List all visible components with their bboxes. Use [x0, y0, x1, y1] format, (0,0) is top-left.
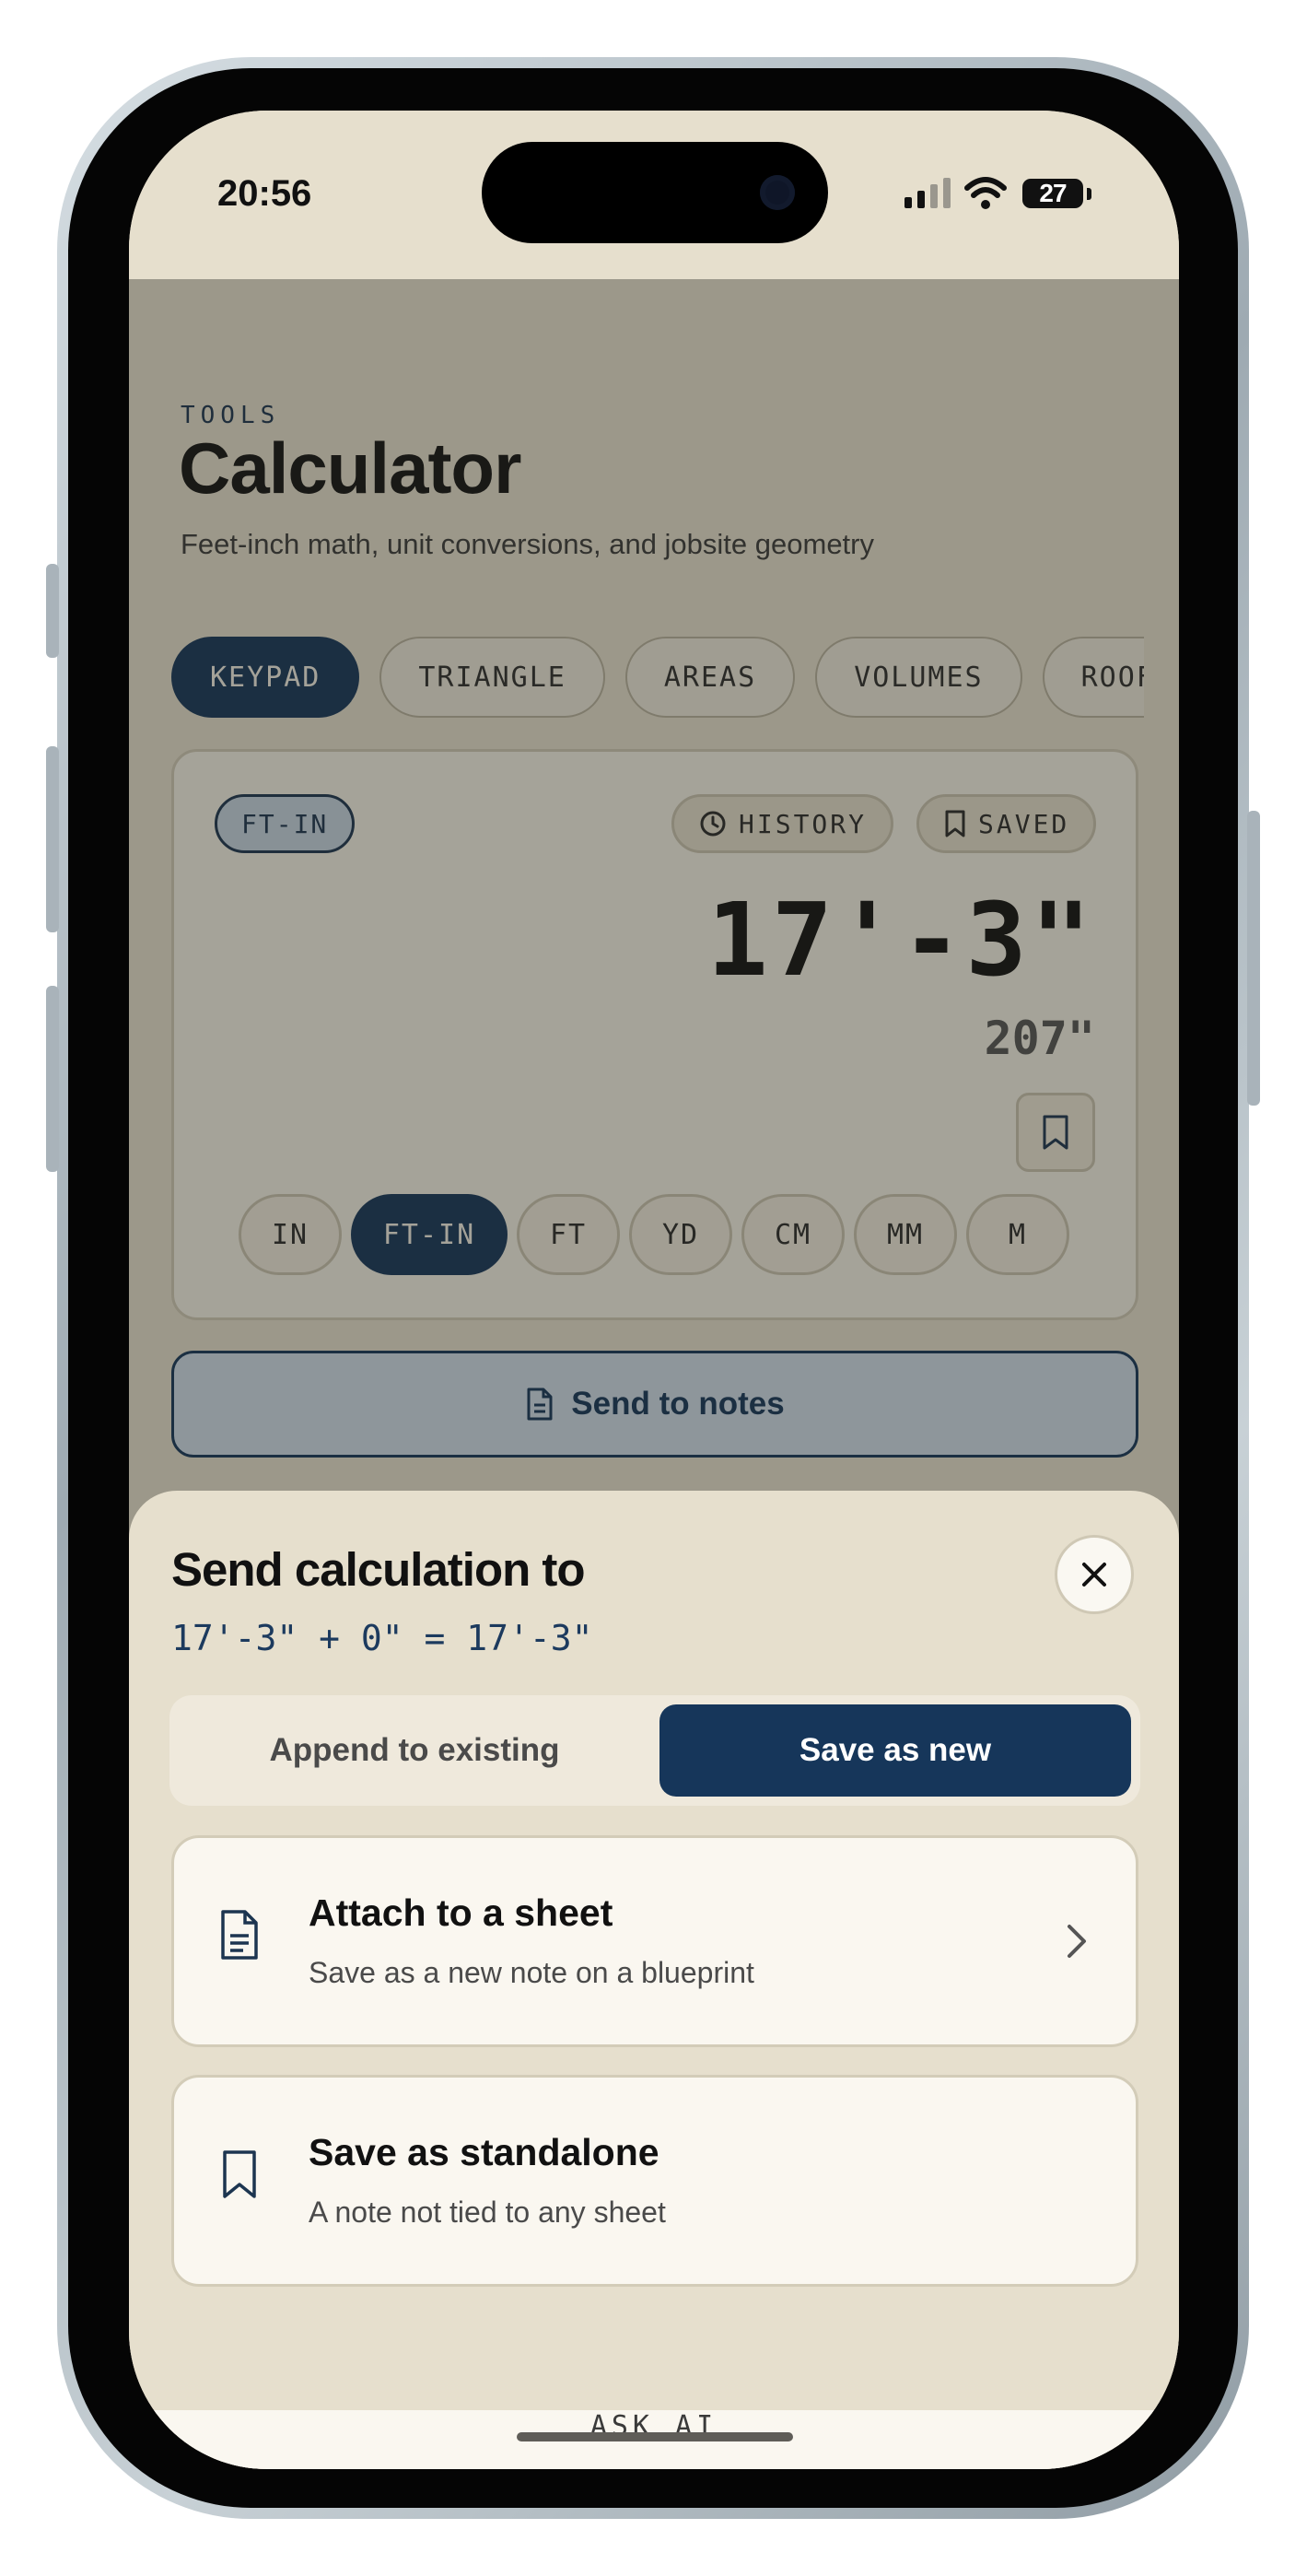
wifi-icon [964, 177, 1007, 209]
cellular-signal-icon [904, 177, 951, 208]
option-title: Attach to a sheet [309, 1891, 613, 1934]
battery-icon: 27 [1022, 179, 1083, 208]
send-calculation-sheet: Send calculation to 17'-3" + 0" = 17'-3"… [129, 1491, 1179, 2469]
option-description: A note not tied to any sheet [309, 2195, 666, 2229]
volume-up-button [46, 746, 59, 932]
option-title: Save as standalone [309, 2131, 659, 2173]
power-button [1247, 811, 1260, 1106]
home-indicator[interactable] [517, 2432, 793, 2441]
status-bar: 20:56 27 [129, 111, 1179, 279]
front-camera [760, 175, 795, 210]
attach-to-sheet-option[interactable]: Attach to a sheet Save as a new note on … [171, 1835, 1138, 2047]
save-mode-toggle: Append to existing Save as new [169, 1695, 1140, 1806]
status-time: 20:56 [217, 173, 312, 214]
option-description: Save as a new note on a blueprint [309, 1956, 754, 1989]
screen: 20:56 27 TOOLS Calculator Feet-inch math… [129, 111, 1179, 2469]
append-to-existing-option[interactable]: Append to existing [179, 1704, 650, 1797]
document-icon [221, 1910, 258, 1960]
battery-tip [1087, 188, 1091, 200]
dynamic-island [482, 142, 828, 243]
save-as-standalone-option[interactable]: Save as standalone A note not tied to an… [171, 2075, 1138, 2287]
calculation-expression: 17'-3" + 0" = 17'-3" [171, 1618, 593, 1658]
bookmark-icon [223, 2150, 256, 2198]
volume-down-button [46, 986, 59, 1172]
save-as-new-option[interactable]: Save as new [659, 1704, 1131, 1797]
chevron-right-icon [1068, 1925, 1086, 1958]
sheet-title: Send calculation to [171, 1543, 586, 1596]
close-button[interactable] [1055, 1535, 1134, 1614]
action-button [46, 564, 59, 658]
close-icon [1082, 1563, 1106, 1587]
